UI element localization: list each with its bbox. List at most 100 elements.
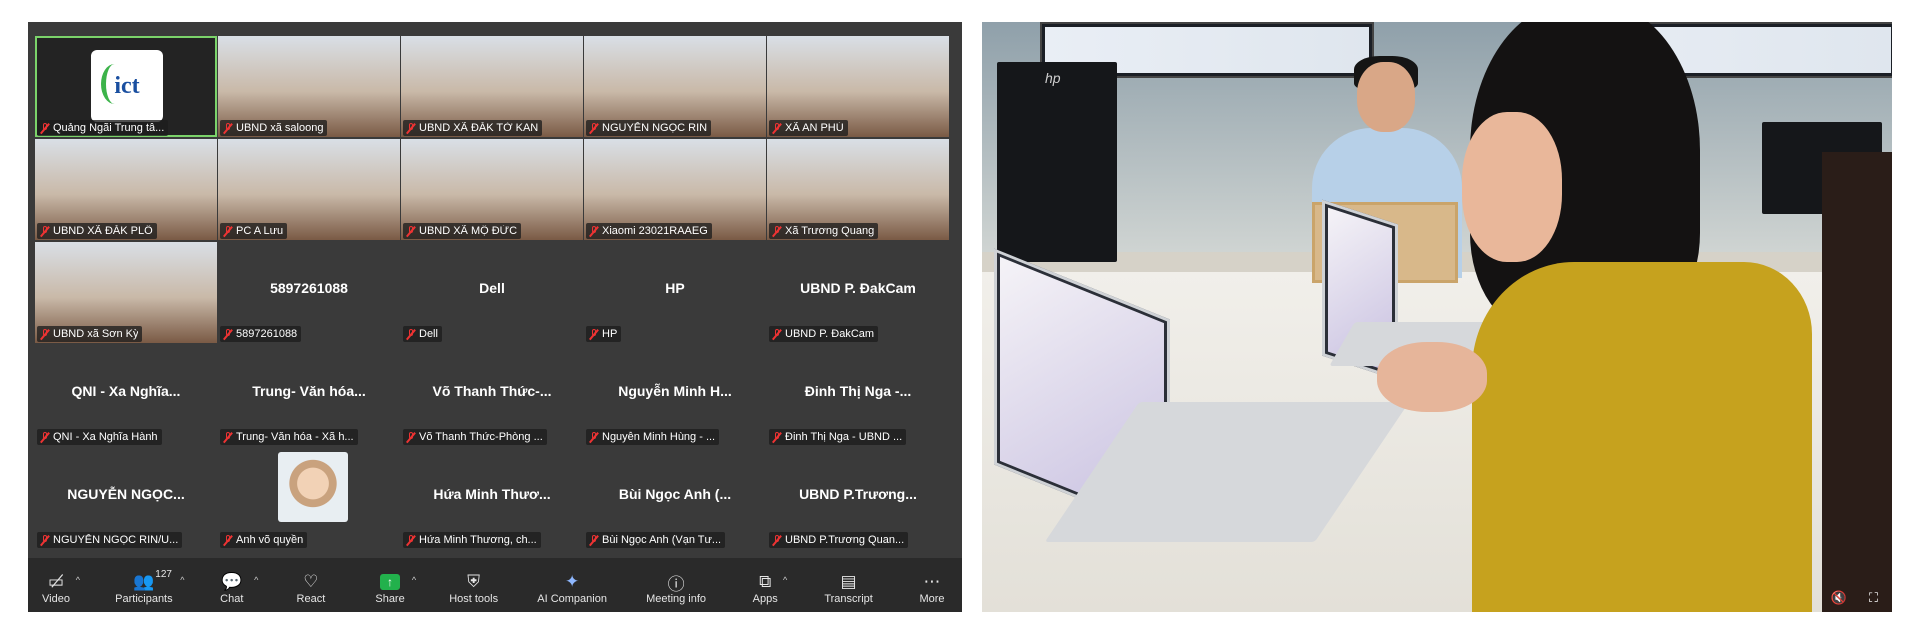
participant-name-tag: NGUYỄN NGỌC RIN/U... <box>37 532 183 548</box>
participant-tile[interactable]: UBND P. ĐakCam UBND P. ĐakCam <box>767 242 949 343</box>
participant-name: Hứa Minh Thương, ch... <box>419 534 537 546</box>
participant-tile[interactable]: ict Quảng Ngãi Trung tâ... <box>35 36 217 137</box>
participant-name: Nguyễn Minh Hùng - ... <box>602 431 716 443</box>
chat-button[interactable]: 💬 ^ Chat <box>212 571 258 605</box>
video-button[interactable]: ▭̸ ^ Video <box>36 571 81 605</box>
participant-name-tag: Xiaomi 23021RAAEG <box>586 223 712 239</box>
participant-tile[interactable]: Nguyễn Minh H... Nguyễn Minh Hùng - ... <box>584 345 766 446</box>
participant-tile[interactable]: UBND xã saloong <box>218 36 400 137</box>
participant-name-tag: Đinh Thị Nga - UBND ... <box>769 429 907 445</box>
participants-count: 127 <box>155 569 172 580</box>
participant-gallery: ict Quảng Ngãi Trung tâ... UBND xã saloong… <box>35 36 949 549</box>
participant-name: Xã Trương Quang <box>785 225 875 237</box>
mic-muted-icon <box>772 328 782 340</box>
participant-name-tag: Dell <box>403 326 442 342</box>
mic-muted-icon <box>772 225 782 237</box>
participant-display-name: Hứa Minh Thươ... <box>433 486 551 502</box>
mic-muted-icon <box>406 431 416 443</box>
participant-tile[interactable]: QNI - Xa Nghĩa... QNI - Xa Nghĩa Hành <box>35 345 217 446</box>
apps-caret-icon[interactable]: ^ <box>783 575 787 585</box>
participant-tile[interactable]: 5897261088 5897261088 <box>218 242 400 343</box>
meeting-toolbar: ▭̸ ^ Video 👥 127 ^ Participants 💬 ^ Chat ♡ R… <box>28 558 962 612</box>
participant-name-tag: Xã Trương Quang <box>769 223 879 239</box>
participant-tile[interactable]: Anh võ quyền <box>218 448 400 549</box>
share-button[interactable]: ↑ ^ Share <box>370 571 416 605</box>
fullscreen-icon[interactable]: ⛶ <box>1869 590 1878 606</box>
ict-logo: ict <box>91 50 163 122</box>
host-tools-button[interactable]: ⛨ Host tools <box>449 571 498 605</box>
participant-name-tag: UBND XÃ ĐĂK TỜ KAN <box>403 120 543 136</box>
mic-muted-icon <box>223 328 233 340</box>
participant-tile[interactable]: Trung- Văn hóa... Trung- Văn hóa - Xã h..… <box>218 345 400 446</box>
participant-name-tag: Bùi Ngọc Anh (Vạn Tư... <box>586 532 726 548</box>
mic-muted-icon <box>406 328 416 340</box>
participant-name-tag: Trung- Văn hóa - Xã h... <box>220 429 358 445</box>
chat-caret-icon[interactable]: ^ <box>254 575 258 585</box>
participant-name-tag: UBND xã Sơn Kỳ <box>37 326 143 342</box>
participant-tile[interactable]: UBND XÃ ĐĂK TỜ KAN <box>401 36 583 137</box>
participant-name: Quảng Ngãi Trung tâ... <box>53 122 165 134</box>
mic-muted-icon <box>589 328 599 340</box>
video-off-icon: ▭̸ ^ <box>47 572 81 591</box>
participant-tile[interactable]: Bùi Ngọc Anh (... Bùi Ngọc Anh (Vạn Tư... <box>584 448 766 549</box>
more-label: More <box>919 593 945 605</box>
participants-caret-icon[interactable]: ^ <box>180 575 184 585</box>
participants-button[interactable]: 👥 127 ^ Participants <box>115 569 184 605</box>
participant-name-tag: QNI - Xa Nghĩa Hành <box>37 429 162 445</box>
ai-companion-button[interactable]: ✦ AI Companion <box>537 571 607 605</box>
participant-tile[interactable]: NGUYỄN NGỌC RIN <box>584 36 766 137</box>
host-tools-label: Host tools <box>449 593 499 605</box>
participant-display-name: Dell <box>479 280 505 296</box>
share-caret-icon[interactable]: ^ <box>412 575 416 585</box>
participant-tile[interactable]: UBND P.Trương... UBND P.Trương Quan... <box>767 448 949 549</box>
participant-tile[interactable]: NGUYỄN NGỌC... NGUYỄN NGỌC RIN/U... <box>35 448 217 549</box>
participant-tile[interactable]: UBND XÃ ĐĂK PLÔ <box>35 139 217 240</box>
info-icon: ⓘ <box>667 574 685 594</box>
mic-muted-icon <box>589 122 599 134</box>
apps-button[interactable]: ⧉ ^ Apps <box>745 571 788 605</box>
mute-icon[interactable]: 🔇 <box>1831 590 1847 606</box>
participants-label: Participants <box>115 593 173 605</box>
participant-name: UBND XÃ MỘ ĐỨC <box>419 225 518 237</box>
transcript-button[interactable]: ▤ Transcript <box>824 571 873 605</box>
mic-muted-icon <box>589 534 599 546</box>
shield-icon: ⛨ <box>467 572 481 591</box>
participant-tile[interactable]: UBND xã Sơn Kỳ <box>35 242 217 343</box>
participant-display-name: Trung- Văn hóa... <box>252 383 366 399</box>
mic-muted-icon <box>223 122 233 134</box>
video-caret-icon[interactable]: ^ <box>76 575 80 585</box>
photo-chair <box>1822 152 1892 612</box>
participant-name: UBND P.Trương Quan... <box>785 534 905 546</box>
participant-name-tag: 5897261088 <box>220 326 302 342</box>
participant-tile[interactable]: Dell Dell <box>401 242 583 343</box>
zoom-meeting-window: ict Quảng Ngãi Trung tâ... UBND xã saloong… <box>28 22 962 612</box>
participant-tile[interactable]: Hứa Minh Thươ... Hứa Minh Thương, ch... <box>401 448 583 549</box>
meeting-info-button[interactable]: ⓘ Meeting info <box>646 571 706 606</box>
apps-icon: ⧉ ^ <box>759 572 788 591</box>
participant-display-name: Đinh Thị Nga -... <box>804 383 912 399</box>
participant-name: UBND XÃ ĐĂK TỜ KAN <box>419 122 539 134</box>
heart-icon: ♡ <box>303 572 319 591</box>
participant-tile[interactable]: Xiaomi 23021RAAEG <box>584 139 766 240</box>
participant-name-tag: Nguyễn Minh Hùng - ... <box>586 429 720 445</box>
mic-muted-icon <box>223 534 233 546</box>
mic-muted-icon <box>40 225 50 237</box>
mic-muted-icon <box>589 431 599 443</box>
participant-tile[interactable]: Đinh Thị Nga -... Đinh Thị Nga - UBND ... <box>767 345 949 446</box>
participant-tile[interactable]: UBND XÃ MỘ ĐỨC <box>401 139 583 240</box>
participant-tile[interactable]: PC A Lưu <box>218 139 400 240</box>
react-button[interactable]: ♡ React <box>291 571 331 605</box>
mic-muted-icon <box>589 225 599 237</box>
participant-tile[interactable]: Xã Trương Quang <box>767 139 949 240</box>
chat-label: Chat <box>220 593 244 605</box>
participant-name: Anh võ quyền <box>236 534 304 546</box>
participant-tile[interactable]: Võ Thanh Thức-... Võ Thanh Thức-Phòng ... <box>401 345 583 446</box>
participant-tile[interactable]: HP HP <box>584 242 766 343</box>
participant-tile[interactable]: XÃ AN PHÚ <box>767 36 949 137</box>
participant-name: Võ Thanh Thức-Phòng ... <box>419 431 543 443</box>
meeting-room-photo: hp 🔇 ⛶ <box>982 22 1892 612</box>
participant-display-name: UBND P. ĐakCam <box>800 280 916 296</box>
participant-name: 5897261088 <box>236 328 298 340</box>
more-button[interactable]: ⋯ More <box>912 571 952 605</box>
participant-display-name: HP <box>665 280 685 296</box>
